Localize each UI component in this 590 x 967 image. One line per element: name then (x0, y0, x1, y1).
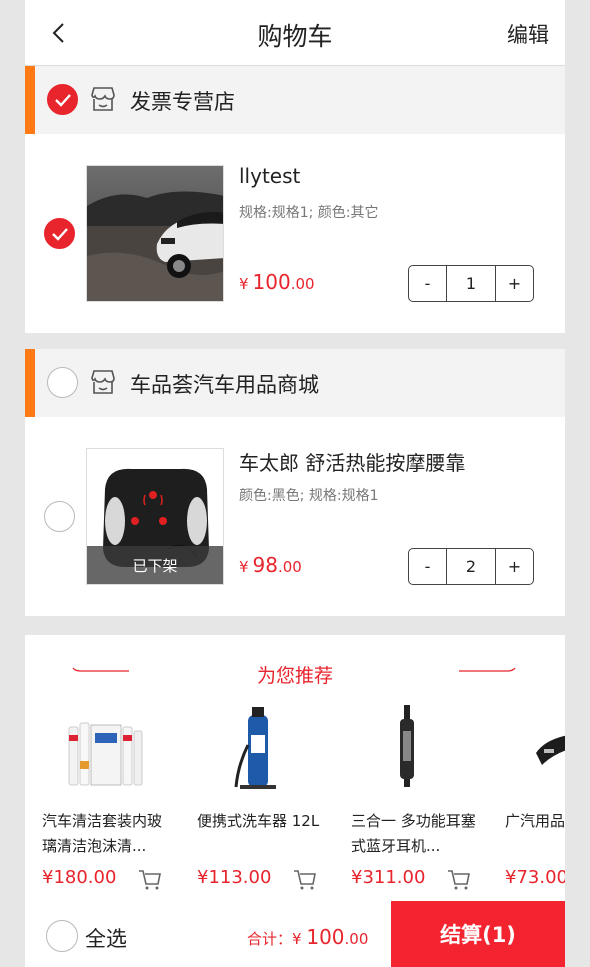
store-checkbox[interactable] (47, 367, 78, 398)
recommend-item-name: 三合一 多功能耳塞式蓝牙耳机... (351, 812, 476, 855)
store-checkbox[interactable] (47, 84, 78, 115)
select-all-label[interactable]: 全选 (85, 923, 127, 953)
item-checkbox[interactable] (44, 218, 75, 249)
increase-button[interactable]: + (496, 549, 533, 584)
recommend-list: 汽车清洁套装内玻璃清洁泡沫清... ¥180.00 便携式洗车器 12L ¥11… (25, 705, 565, 901)
recommend-item[interactable]: 三合一 多功能耳塞式蓝牙耳机... ¥311.00 (334, 705, 484, 901)
product-image (234, 707, 276, 789)
store-header: 车品荟汽车用品商城 (25, 349, 565, 417)
product-spec: 颜色:黑色; 规格:规格1 (239, 488, 379, 504)
total-currency: ¥ (292, 930, 302, 948)
price-integer: 100 (252, 270, 291, 294)
add-to-cart-icon[interactable] (138, 868, 162, 890)
product-image-car[interactable] (86, 165, 224, 302)
recommend-item-price: ¥180.00 (42, 867, 117, 888)
product-price: ¥100.00 (239, 270, 315, 294)
quantity-stepper: - 2 + (408, 548, 534, 585)
product-price: ¥98.00 (239, 553, 302, 577)
checkmark-icon (55, 94, 71, 107)
off-shelf-badge: 已下架 (87, 546, 223, 584)
select-all-checkbox[interactable] (46, 920, 78, 952)
currency-symbol: ¥ (239, 558, 249, 576)
recommend-item-name: 便携式洗车器 12L (197, 812, 320, 830)
item-checkbox[interactable] (44, 501, 75, 532)
product-image-massage-cushion[interactable]: 已下架 (86, 448, 224, 585)
quantity-input[interactable]: 1 (446, 266, 496, 301)
store-section: 车品荟汽车用品商城 已下架 车太郎 舒活热能按摩腰靠 颜色:黑色; 规格:规格1… (25, 349, 565, 616)
cart-page: 购物车 编辑 发票专营店 llytest 规格:规格1; 颜色:其它 ¥ 100… (25, 0, 565, 967)
checkout-button[interactable]: 结算(1) (391, 901, 565, 967)
total-decimal: .00 (344, 930, 369, 948)
store-name[interactable]: 车品荟汽车用品商城 (130, 369, 319, 399)
shop-icon (91, 370, 115, 394)
car-photo (87, 166, 223, 301)
recommend-item-price: ¥311.00 (351, 867, 426, 888)
checkout-bar: 全选 合计：¥ 100.00 结算(1) (25, 901, 565, 967)
page-title: 购物车 (257, 22, 333, 51)
price-decimal: .00 (290, 275, 315, 293)
recommend-item-price: ¥113.00 (197, 867, 272, 888)
top-bar: 购物车 编辑 (25, 0, 565, 66)
recommend-item[interactable]: 汽车清洁套装内玻璃清洁泡沫清... ¥180.00 (25, 705, 175, 901)
title-decoration-right (459, 667, 516, 672)
recommend-item[interactable]: 便携式洗车器 12L ¥113.00 (180, 705, 330, 901)
edit-button[interactable]: 编辑 (507, 19, 549, 49)
price-integer: 98 (252, 553, 278, 577)
store-section: 发票专营店 llytest 规格:规格1; 颜色:其它 ¥ 100.00 - 1… (25, 66, 565, 333)
product-name[interactable]: 车太郎 舒活热能按摩腰靠 (239, 447, 465, 476)
currency-symbol: ¥ (239, 275, 249, 293)
decrease-button[interactable]: - (409, 266, 446, 301)
product-image (68, 722, 143, 786)
add-to-cart-icon[interactable] (447, 868, 471, 890)
recommend-item-name: 广汽用品功能安全 (505, 812, 565, 830)
total-integer: 100 (306, 925, 345, 949)
store-header: 发票专营店 (25, 66, 565, 134)
recommend-item-name: 汽车清洁套装内玻璃清洁泡沫清... (42, 812, 163, 855)
increase-button[interactable]: + (496, 266, 533, 301)
checkmark-icon (52, 228, 68, 241)
recommend-section: 为您推荐 汽车清洁套装内玻璃清洁泡沫清... ¥180.00 便携式洗车器 12… (25, 635, 565, 901)
recommend-item-price: ¥73.00 (505, 867, 565, 888)
product-name[interactable]: llytest (239, 164, 300, 188)
decrease-button[interactable]: - (409, 549, 446, 584)
recommend-item[interactable]: 广汽用品功能安全 ¥73.00 (488, 705, 565, 901)
quantity-stepper: - 1 + (408, 265, 534, 302)
cart-item: llytest 规格:规格1; 颜色:其它 ¥100.00 - 1 + (25, 134, 565, 333)
product-spec: 规格:规格1; 颜色:其它 (239, 205, 379, 221)
add-to-cart-icon[interactable] (293, 868, 317, 890)
cart-item: 已下架 车太郎 舒活热能按摩腰靠 颜色:黑色; 规格:规格1 ¥98.00 - … (25, 417, 565, 616)
total-label: 合计： (247, 930, 293, 948)
product-image (400, 705, 414, 787)
product-image (536, 735, 565, 765)
quantity-input[interactable]: 2 (446, 549, 496, 584)
shop-icon (91, 87, 115, 111)
total-price: 合计：¥ 100.00 (247, 925, 368, 949)
store-name[interactable]: 发票专营店 (130, 86, 235, 116)
price-decimal: .00 (278, 558, 302, 576)
